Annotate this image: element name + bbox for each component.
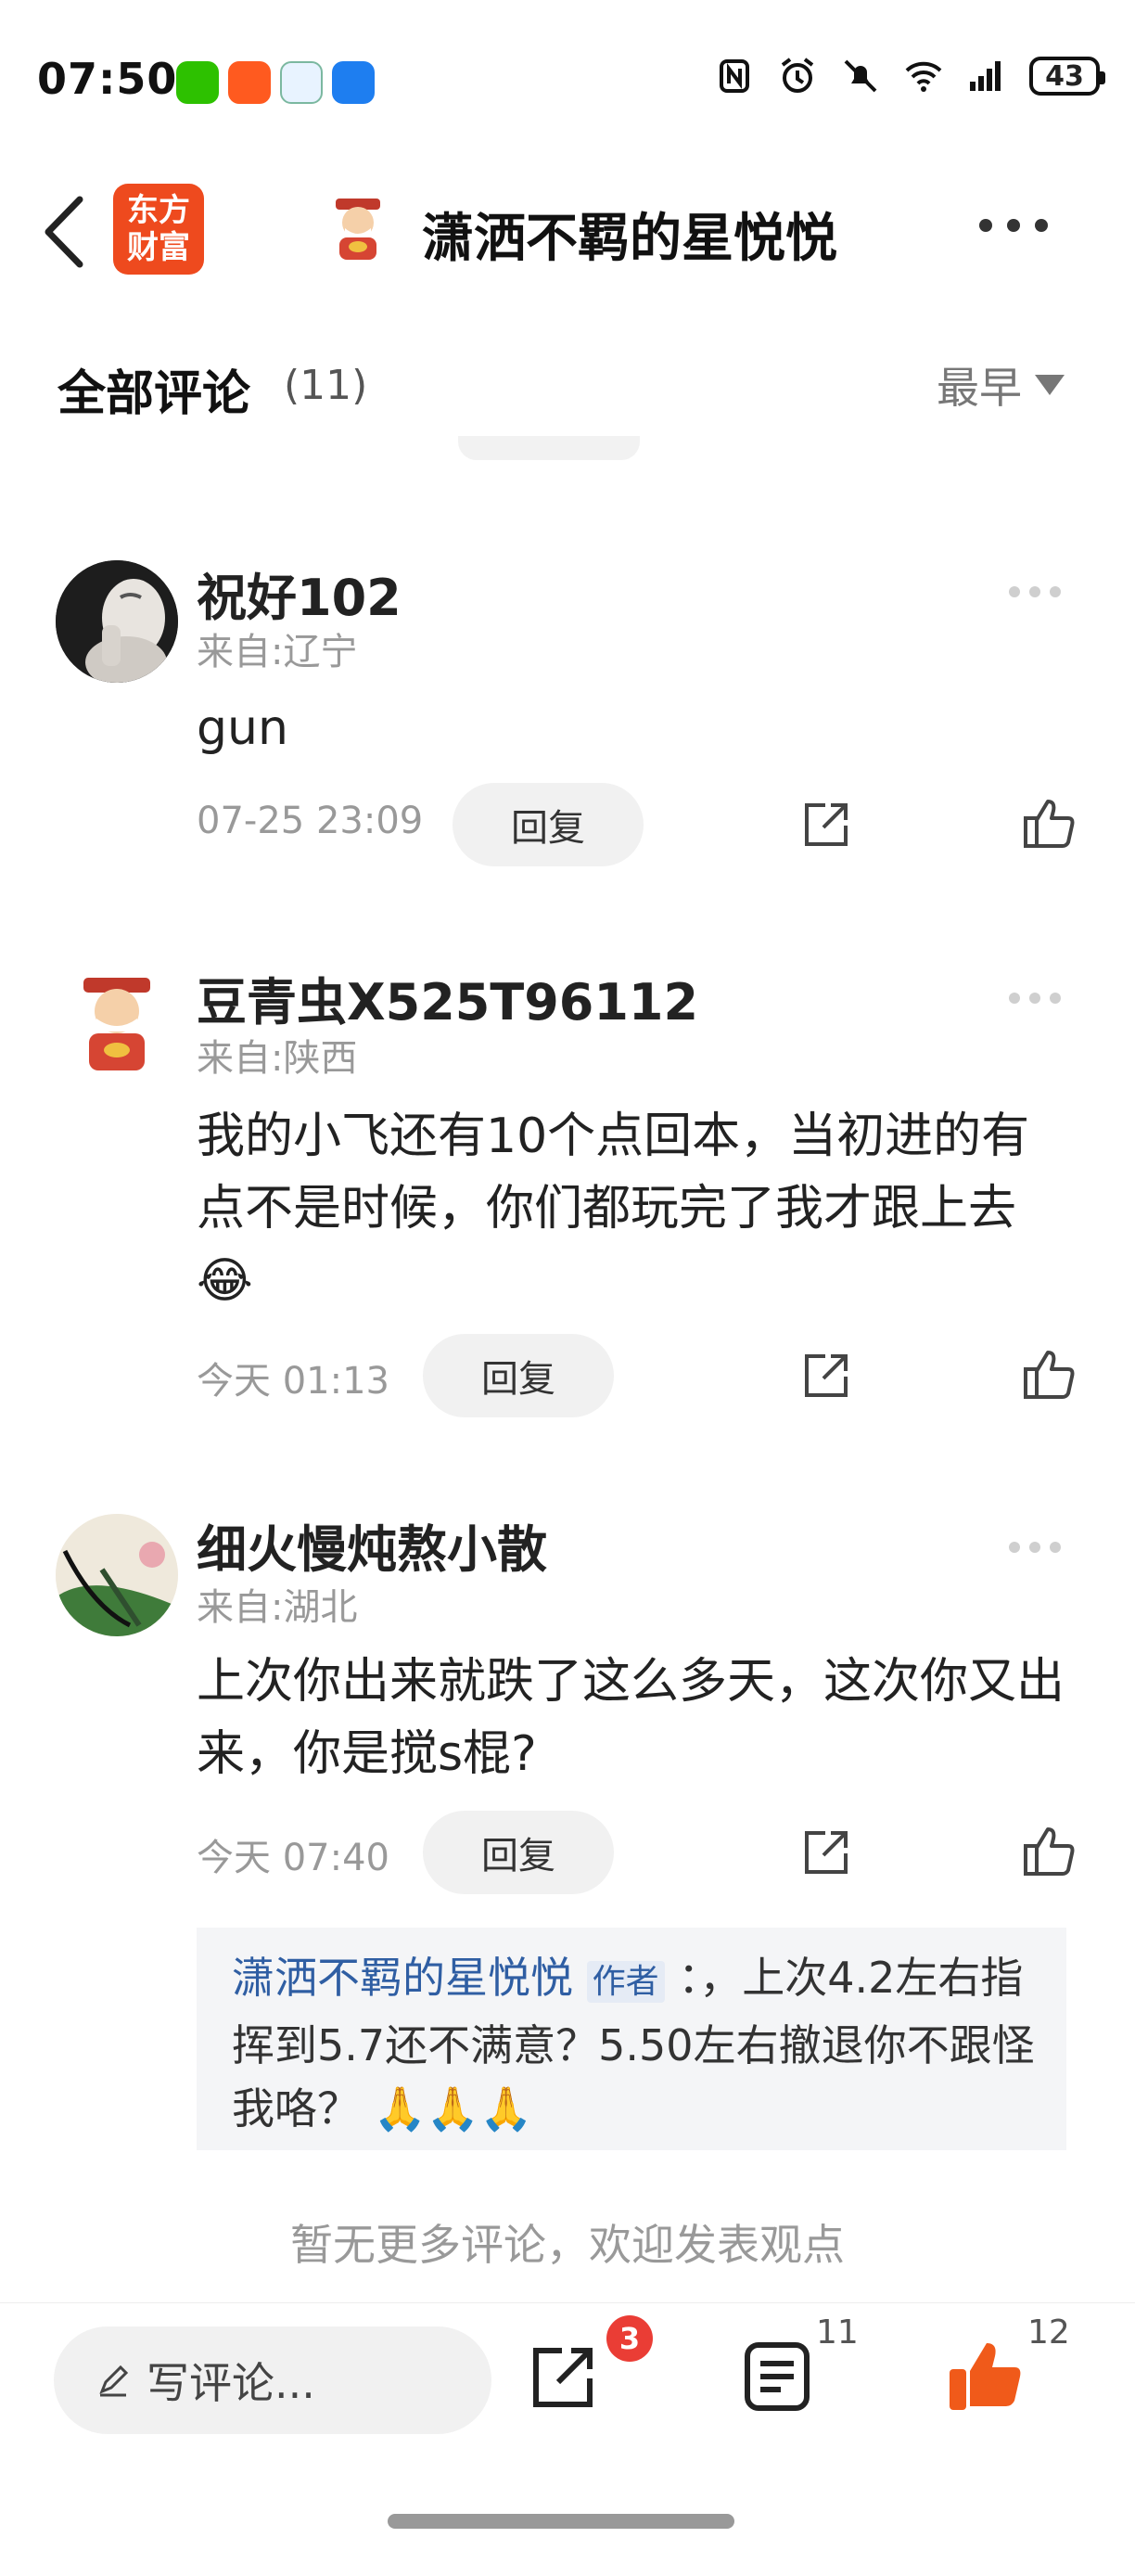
comments-count: (11) xyxy=(284,362,368,409)
comment-text: gun xyxy=(197,700,288,756)
like-icon[interactable] xyxy=(946,2338,1024,2416)
signal-icon xyxy=(970,61,1001,91)
comment-more-icon[interactable] xyxy=(1009,1542,1061,1553)
back-icon[interactable] xyxy=(37,190,93,274)
comment-time: 今天 01:13 xyxy=(197,1360,389,1403)
commenter-name[interactable]: 豆青虫X525T96112 xyxy=(197,961,698,1034)
write-comment-input[interactable]: 写评论... xyxy=(54,2326,491,2434)
share-badge: 3 xyxy=(606,2315,653,2362)
finance-app-icon xyxy=(280,61,323,104)
comment-time: 今天 07:40 xyxy=(197,1837,389,1879)
no-more-comments: 暂无更多评论，欢迎发表观点 xyxy=(290,2220,845,2270)
app-notification-icon xyxy=(228,61,271,104)
author-reply-name[interactable]: 潇洒不羁的星悦悦 xyxy=(232,1953,573,2003)
comment-text: 上次你出来就跌了这么多天，这次你又出来，你是搅s棍? xyxy=(197,1654,1065,1782)
logo-line-1: 东方 xyxy=(127,192,190,229)
comment-text: 我的小飞还有10个点回本，当初进的有点不是时候，你们都玩完了我才跟上去😂 xyxy=(197,1109,1030,1309)
commenter-avatar[interactable] xyxy=(56,1514,178,1636)
avatar-portrait xyxy=(56,560,178,683)
reply-button[interactable]: 回复 xyxy=(423,1334,614,1417)
commenter-location: 来自:陕西 xyxy=(197,1037,358,1080)
page-title: 潇洒不羁的星悦悦 xyxy=(422,209,837,269)
scrolled-pill xyxy=(458,436,640,460)
logo-line-2: 财富 xyxy=(127,229,190,266)
sort-label: 最早 xyxy=(937,363,1022,413)
comment-time: 07-25 23:09 xyxy=(197,800,424,842)
commenter-name[interactable]: 祝好102 xyxy=(197,557,402,630)
wifi-icon xyxy=(905,61,942,92)
list-icon[interactable] xyxy=(742,2339,812,2414)
comment-count: 11 xyxy=(816,2313,859,2352)
reply-button[interactable]: 回复 xyxy=(423,1811,614,1894)
share-icon[interactable] xyxy=(797,796,855,853)
share-icon[interactable] xyxy=(797,1824,855,1881)
write-comment-placeholder: 写评论... xyxy=(147,2358,315,2408)
commenter-location: 来自:湖北 xyxy=(197,1586,358,1629)
like-icon[interactable] xyxy=(1020,1822,1078,1879)
author-reply-emoji: 🙏🙏🙏 xyxy=(373,2083,533,2134)
sort-triangle-icon xyxy=(1035,375,1065,395)
commenter-avatar[interactable] xyxy=(56,560,178,683)
battery-indicator: 43 xyxy=(1029,57,1105,96)
commenter-name[interactable]: 细火慢炖熬小散 xyxy=(197,1508,547,1582)
share-icon[interactable] xyxy=(527,2339,601,2414)
status-time: 07:50 xyxy=(37,54,178,104)
status-icons: 43 xyxy=(714,56,1105,96)
reply-button[interactable]: 回复 xyxy=(453,783,644,866)
like-icon[interactable] xyxy=(1020,1345,1078,1403)
app-logo[interactable]: 东方 财富 xyxy=(113,184,204,275)
author-reply: 潇洒不羁的星悦悦 作者 ：，上次4.2左右指挥到5.7还不满意？5.50左右撤退… xyxy=(232,1946,1048,2140)
share-icon[interactable] xyxy=(797,1347,855,1404)
alarm-icon xyxy=(781,58,814,93)
mute-icon xyxy=(844,59,877,93)
author-avatar[interactable] xyxy=(326,195,389,262)
author-badge: 作者 xyxy=(586,1961,665,2003)
comment-more-icon[interactable] xyxy=(1009,993,1061,1004)
all-comments-label: 全部评论 xyxy=(57,366,251,422)
pencil-icon xyxy=(99,2365,129,2397)
more-icon[interactable] xyxy=(979,219,1048,232)
avatar-painting xyxy=(56,1514,178,1636)
home-indicator[interactable] xyxy=(388,2514,734,2529)
nfc-icon xyxy=(720,59,749,93)
like-count: 12 xyxy=(1027,2313,1070,2352)
search-app-icon xyxy=(332,61,375,104)
commenter-avatar[interactable] xyxy=(56,965,178,1087)
commenter-location: 来自:辽宁 xyxy=(197,631,358,673)
sort-dropdown[interactable]: 最早 xyxy=(937,354,1065,416)
wechat-icon xyxy=(176,61,219,104)
avatar-cartoon xyxy=(83,978,150,1070)
like-icon[interactable] xyxy=(1020,794,1078,852)
comment-more-icon[interactable] xyxy=(1009,586,1061,597)
